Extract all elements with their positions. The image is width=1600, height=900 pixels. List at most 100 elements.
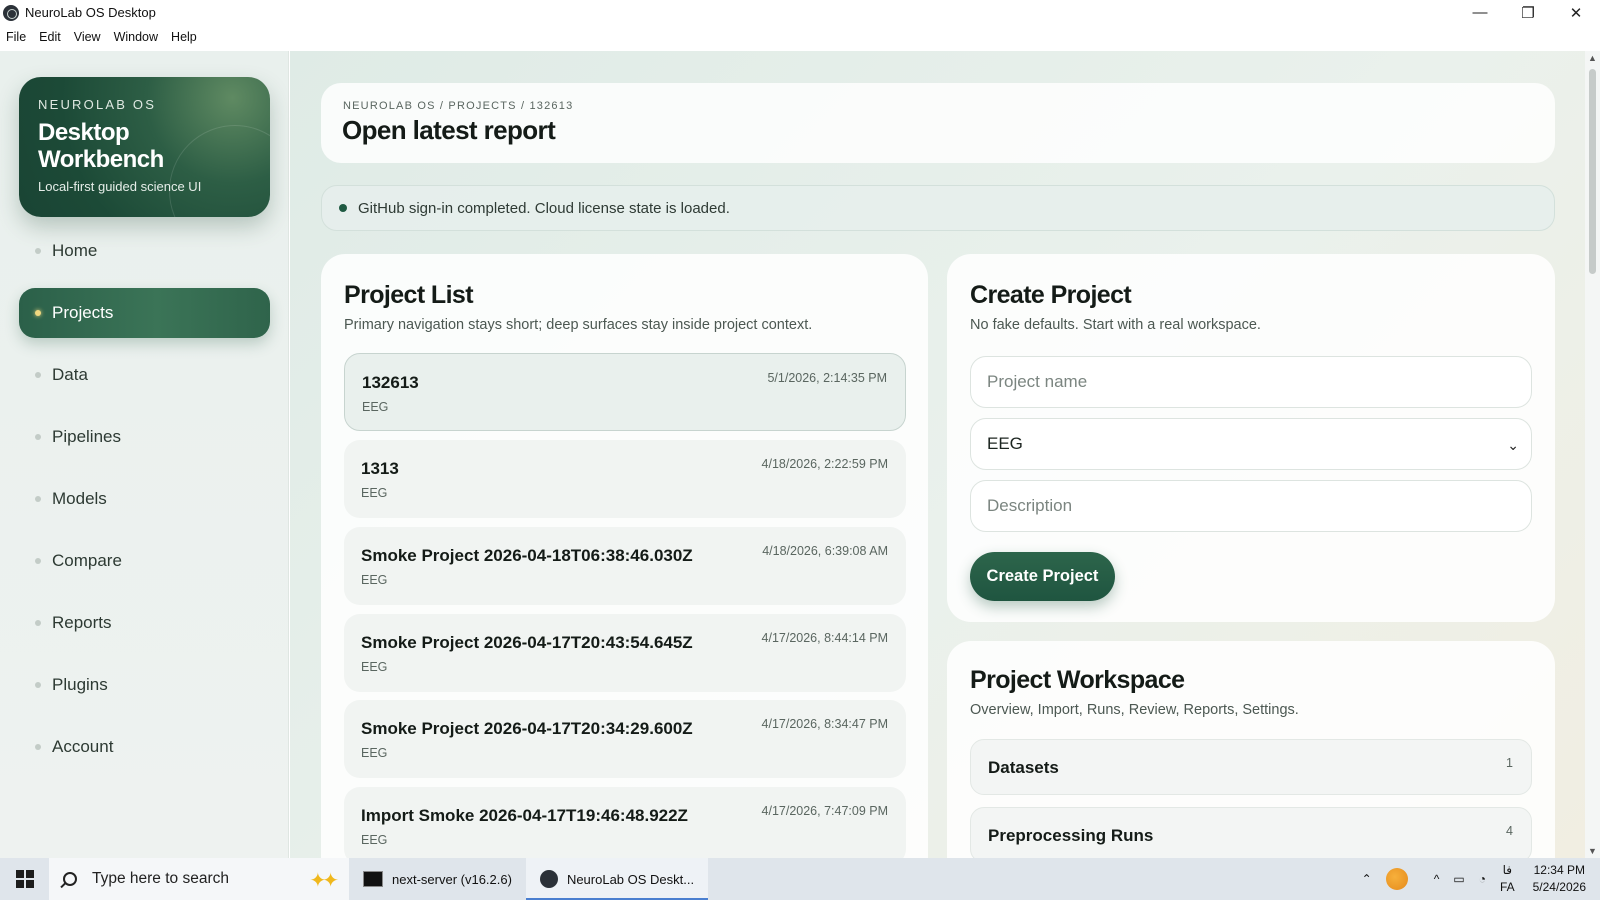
project-row[interactable]: 132613 EEG 5/1/2026, 2:14:35 PM bbox=[344, 353, 906, 431]
restore-button[interactable]: ❐ bbox=[1504, 0, 1552, 25]
project-row[interactable]: Import Smoke 2026-04-17T19:46:48.922Z EE… bbox=[344, 787, 906, 858]
windows-logo-icon bbox=[15, 870, 34, 888]
workspace-section-preprocessing-runs[interactable]: Preprocessing Runs 4 bbox=[970, 807, 1532, 858]
search-placeholder: Type here to search bbox=[92, 870, 229, 887]
menu-edit[interactable]: Edit bbox=[39, 30, 61, 44]
sidebar-item-label: Plugins bbox=[52, 675, 108, 694]
create-project-title: Create Project bbox=[970, 281, 1132, 309]
modality-select[interactable]: EEG ⌄ bbox=[970, 418, 1532, 470]
sidebar-item-label: Pipelines bbox=[52, 427, 121, 446]
scroll-down-icon[interactable]: ▼ bbox=[1588, 846, 1597, 856]
menu-file[interactable]: File bbox=[6, 30, 26, 44]
workspace-section-label: Datasets bbox=[988, 758, 1059, 777]
scroll-up-icon[interactable]: ▲ bbox=[1588, 53, 1597, 63]
nav-dot-icon bbox=[35, 248, 41, 254]
menu-bar: File Edit View Window Help bbox=[0, 26, 210, 48]
project-row[interactable]: Smoke Project 2026-04-18T06:38:46.030Z E… bbox=[344, 527, 906, 605]
project-date: 5/1/2026, 2:14:35 PM bbox=[767, 371, 887, 385]
start-button[interactable] bbox=[0, 858, 49, 900]
nav-dot-icon bbox=[35, 558, 41, 564]
workspace-title: Project Workspace bbox=[970, 666, 1185, 694]
sidebar-item-reports[interactable]: Reports bbox=[19, 598, 270, 648]
taskbar-app-neurolab[interactable]: NeuroLab OS Deskt... bbox=[525, 858, 709, 900]
menu-help[interactable]: Help bbox=[171, 30, 197, 44]
window-controls: — ❐ ✕ bbox=[1456, 0, 1600, 25]
sidebar-item-plugins[interactable]: Plugins bbox=[19, 660, 270, 710]
workspace-section-count: 4 bbox=[1506, 824, 1513, 838]
project-type: EEG bbox=[361, 660, 388, 674]
project-date: 4/18/2026, 6:39:08 AM bbox=[762, 544, 888, 558]
status-banner: GitHub sign-in completed. Cloud license … bbox=[321, 185, 1555, 231]
sidebar-item-pipelines[interactable]: Pipelines bbox=[19, 412, 270, 462]
project-row[interactable]: 1313 EEG 4/18/2026, 2:22:59 PM bbox=[344, 440, 906, 518]
tray-overflow-icon[interactable]: ⌃ bbox=[1362, 872, 1372, 886]
breadcrumb: NEUROLAB OS / PROJECTS / 132613 bbox=[343, 100, 574, 112]
app-logo-icon bbox=[3, 4, 19, 21]
sidebar-item-compare[interactable]: Compare bbox=[19, 536, 270, 586]
sidebar-item-account[interactable]: Account bbox=[19, 722, 270, 772]
clock-date: 5/24/2026 bbox=[1532, 880, 1586, 894]
wifi-icon[interactable]: ◔ bbox=[1479, 872, 1486, 886]
menu-window[interactable]: Window bbox=[114, 30, 158, 44]
project-type: EEG bbox=[361, 573, 388, 587]
scrollbar-thumb[interactable] bbox=[1589, 69, 1596, 274]
terminal-icon bbox=[363, 871, 383, 887]
sidebar-item-projects[interactable]: Projects bbox=[19, 288, 270, 338]
page-header: NEUROLAB OS / PROJECTS / 132613 Open lat… bbox=[321, 83, 1555, 163]
taskbar-app-label: NeuroLab OS Deskt... bbox=[566, 871, 695, 887]
project-row[interactable]: Smoke Project 2026-04-17T20:43:54.645Z E… bbox=[344, 614, 906, 692]
create-project-button[interactable]: Create Project bbox=[970, 552, 1115, 601]
language-native: فا bbox=[1502, 863, 1512, 877]
taskbar-clock[interactable]: 12:34 PM 5/24/2026 bbox=[1533, 862, 1586, 896]
project-date: 4/17/2026, 8:44:14 PM bbox=[761, 631, 888, 645]
sidebar-item-data[interactable]: Data bbox=[19, 350, 270, 400]
description-input[interactable] bbox=[970, 480, 1532, 532]
nav-dot-icon bbox=[35, 496, 41, 502]
workspace-subtitle: Overview, Import, Runs, Review, Reports,… bbox=[970, 702, 1299, 718]
system-tray: ⌃ ^ ▭ ◔ فا FA 12:34 PM 5/24/2026 bbox=[1362, 858, 1600, 900]
sidebar-nav: Home Projects Data Pipelines Models Comp… bbox=[19, 226, 270, 784]
sidebar-item-home[interactable]: Home bbox=[19, 226, 270, 276]
brand-title: Desktop Workbench bbox=[38, 119, 164, 173]
sidebar-item-label: Home bbox=[52, 241, 98, 260]
close-button[interactable]: ✕ bbox=[1552, 0, 1600, 25]
project-row[interactable]: Smoke Project 2026-04-17T20:34:29.600Z E… bbox=[344, 700, 906, 778]
status-dot-icon bbox=[339, 204, 347, 212]
search-icon bbox=[63, 872, 77, 886]
weather-icon[interactable] bbox=[1385, 868, 1408, 890]
project-name-input[interactable] bbox=[970, 356, 1532, 408]
create-project-subtitle: No fake defaults. Start with a real work… bbox=[970, 317, 1261, 333]
app-logo-icon bbox=[539, 870, 558, 888]
project-date: 4/17/2026, 8:34:47 PM bbox=[761, 717, 888, 731]
battery-icon[interactable]: ▭ bbox=[1453, 872, 1464, 886]
main-scrollbar[interactable]: ▲ ▼ bbox=[1585, 51, 1600, 858]
project-type: EEG bbox=[361, 746, 388, 760]
project-type: EEG bbox=[361, 486, 388, 500]
workspace-section-datasets[interactable]: Datasets 1 bbox=[970, 739, 1532, 795]
nav-dot-icon bbox=[35, 434, 41, 440]
project-name: Smoke Project 2026-04-18T06:38:46.030Z bbox=[361, 546, 693, 565]
clock-time: 12:34 PM bbox=[1533, 863, 1585, 877]
sidebar-item-label: Compare bbox=[52, 551, 122, 570]
project-name: Smoke Project 2026-04-17T20:34:29.600Z bbox=[361, 719, 693, 738]
workspace-section-count: 1 bbox=[1506, 756, 1513, 770]
project-workspace-card: Project Workspace Overview, Import, Runs… bbox=[947, 641, 1555, 858]
minimize-button[interactable]: — bbox=[1456, 0, 1504, 25]
sparkle-icon: ✦✦ bbox=[309, 870, 338, 892]
status-message: GitHub sign-in completed. Cloud license … bbox=[358, 199, 730, 217]
taskbar-app-next-server[interactable]: next-server (v16.2.6) bbox=[349, 858, 526, 900]
menu-view[interactable]: View bbox=[74, 30, 101, 44]
sidebar-item-label: Projects bbox=[52, 303, 114, 322]
window-title: NeuroLab OS Desktop bbox=[25, 5, 156, 20]
main-content: NEUROLAB OS / PROJECTS / 132613 Open lat… bbox=[290, 51, 1585, 858]
language-indicator[interactable]: فا FA bbox=[1500, 862, 1515, 896]
nav-dot-icon bbox=[35, 744, 41, 750]
taskbar-search[interactable]: Type here to search ✦✦ bbox=[49, 858, 349, 900]
project-type: EEG bbox=[361, 833, 388, 847]
sidebar-item-label: Reports bbox=[52, 613, 112, 632]
taskbar: Type here to search ✦✦ next-server (v16.… bbox=[0, 858, 1600, 900]
nav-dot-icon bbox=[35, 372, 41, 378]
language-code: FA bbox=[1499, 880, 1515, 894]
show-hidden-icons-icon[interactable]: ^ bbox=[1434, 872, 1440, 886]
sidebar-item-models[interactable]: Models bbox=[19, 474, 270, 524]
